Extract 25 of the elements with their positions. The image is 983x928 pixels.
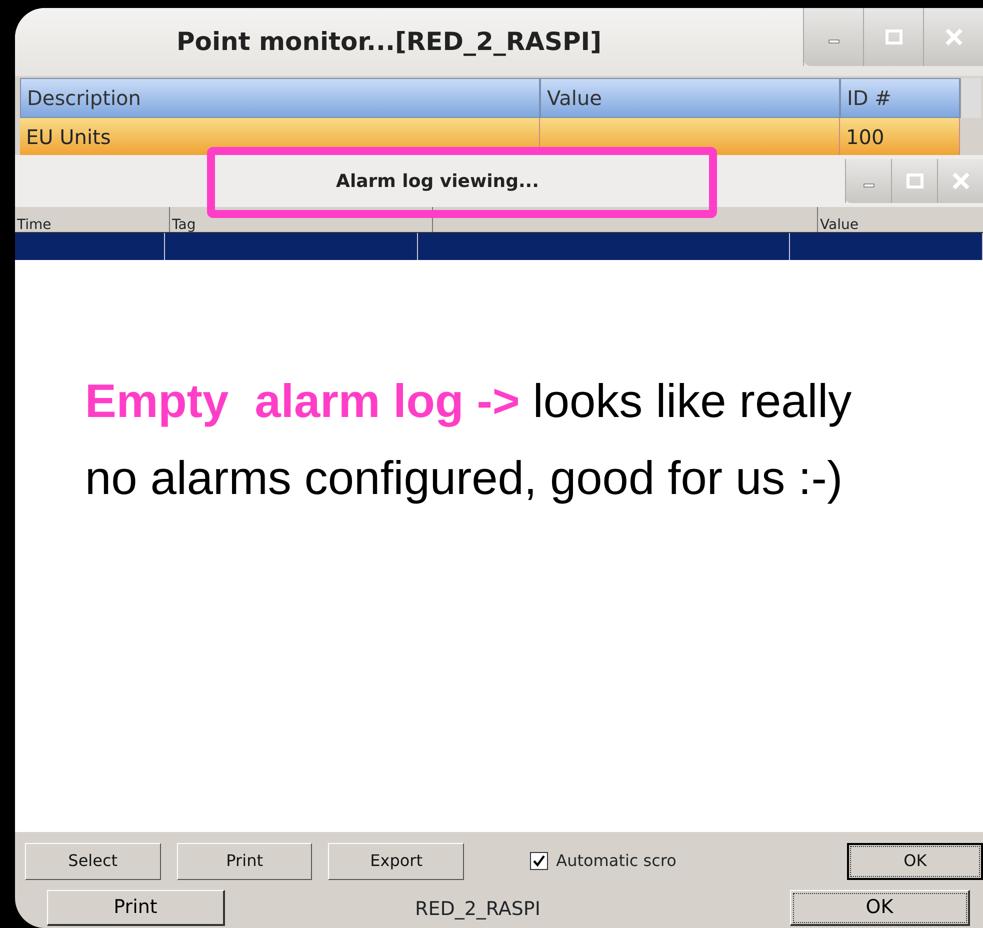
annotation-text: Empty alarm log -> looks like really no alarms configured, good for us :-) [85, 373, 853, 506]
maximize-icon[interactable] [884, 29, 902, 45]
column-header[interactable]: Description [20, 78, 540, 118]
maximize-icon[interactable] [906, 173, 924, 189]
column-header[interactable]: ID # [840, 78, 960, 118]
column-header[interactable]: Time [17, 218, 52, 232]
window-title: Point monitor...[RED_2_RASPI] [175, 26, 603, 58]
table-cell: 100 [840, 118, 960, 156]
ok-button[interactable]: OK [790, 890, 970, 926]
close-icon[interactable] [944, 27, 964, 47]
close-icon[interactable] [950, 171, 970, 191]
action-button[interactable]: Export [328, 842, 464, 880]
status-text: RED_2_RASPI [415, 896, 540, 922]
column-header[interactable]: Value [540, 78, 840, 118]
checkbox[interactable] [530, 852, 548, 870]
action-button[interactable]: Print [176, 842, 312, 880]
print-button[interactable]: Print [47, 890, 225, 926]
table-row[interactable] [15, 232, 983, 260]
column-header[interactable]: Value [820, 218, 858, 232]
ok-button[interactable]: OK [847, 842, 983, 880]
column-header[interactable]: Tag [172, 218, 196, 232]
window-title: Alarm log viewing... [335, 170, 540, 194]
checkbox-label: Automatic scro [556, 850, 676, 872]
action-button[interactable]: Select [25, 842, 161, 880]
scrollbar[interactable] [960, 78, 981, 118]
